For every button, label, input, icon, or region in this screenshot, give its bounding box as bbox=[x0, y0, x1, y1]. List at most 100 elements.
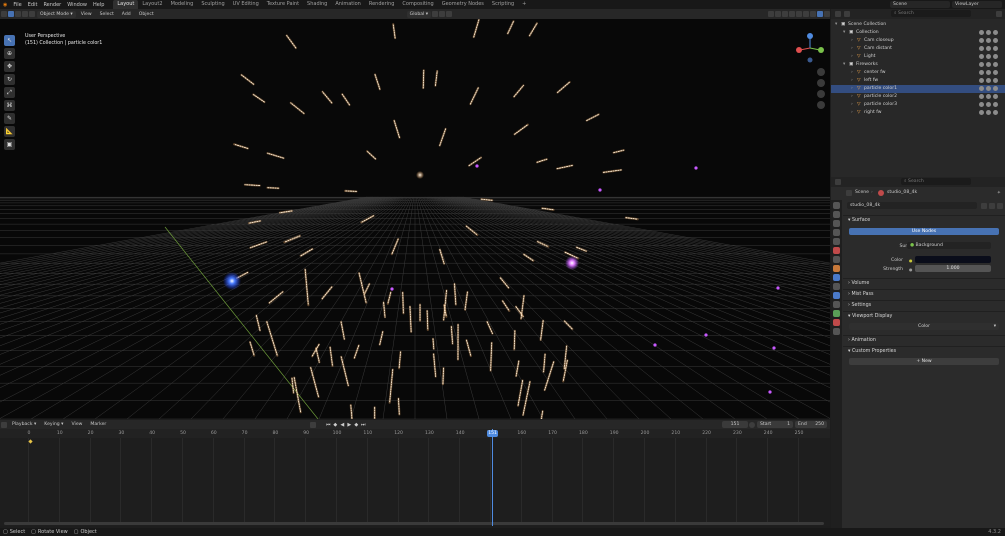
workspace-tab-scripting[interactable]: Scripting bbox=[488, 0, 518, 9]
menu-help[interactable]: Help bbox=[90, 2, 107, 8]
world-tab-icon[interactable] bbox=[833, 247, 840, 254]
strength-field[interactable]: 1.000 bbox=[915, 265, 991, 272]
gizmo-icon[interactable] bbox=[775, 11, 781, 17]
surface-shader-field[interactable]: ● Background bbox=[907, 242, 991, 249]
camera-icon[interactable] bbox=[993, 46, 998, 51]
scene-tab-icon[interactable] bbox=[833, 238, 840, 245]
expand-arrow-icon[interactable]: › bbox=[851, 109, 853, 117]
menu-file[interactable]: File bbox=[10, 2, 24, 8]
checkbox-icon[interactable] bbox=[979, 70, 984, 75]
outliner-row[interactable]: › ▽ Cam closeup bbox=[831, 37, 1005, 45]
output-tab-icon[interactable] bbox=[833, 220, 840, 227]
axis-y-icon[interactable] bbox=[818, 47, 824, 53]
workspace-tab-geometry-nodes[interactable]: Geometry Nodes bbox=[438, 0, 488, 9]
axis-x-icon[interactable] bbox=[796, 47, 802, 53]
outliner-row[interactable]: › ▽ particle color3 bbox=[831, 101, 1005, 109]
material-tab-icon[interactable] bbox=[833, 319, 840, 326]
view-layer-tab-icon[interactable] bbox=[833, 229, 840, 236]
animation-section-header[interactable]: › Animation bbox=[843, 335, 1005, 344]
ortho-grid-icon[interactable] bbox=[817, 101, 825, 109]
world-datablock-field[interactable]: studio_08_4k bbox=[847, 202, 977, 209]
modifier-tab-icon[interactable] bbox=[833, 274, 840, 281]
menu-edit[interactable]: Edit bbox=[25, 2, 41, 8]
select-subtract-icon[interactable] bbox=[22, 11, 28, 17]
camera-icon[interactable] bbox=[993, 30, 998, 35]
playhead-frame-label[interactable]: 151 bbox=[487, 430, 499, 437]
outliner-filter-icon[interactable] bbox=[996, 11, 1002, 17]
axis-neg-z-icon[interactable] bbox=[807, 57, 813, 63]
unlink-icon[interactable] bbox=[997, 203, 1003, 209]
viewport-display-color-field[interactable]: Color ▾ bbox=[849, 323, 999, 330]
checkbox-icon[interactable] bbox=[979, 102, 984, 107]
filter-icon[interactable] bbox=[844, 11, 850, 17]
workspace-tab-sculpting[interactable]: Sculpting bbox=[197, 0, 228, 9]
prev-keyframe-icon[interactable]: ◆ bbox=[332, 422, 338, 428]
checkbox-icon[interactable] bbox=[979, 62, 984, 67]
playhead[interactable] bbox=[492, 429, 494, 526]
outliner-row[interactable]: ▾ ▣ Fireworks bbox=[831, 61, 1005, 69]
outliner-search-input[interactable]: ⌕ Search bbox=[891, 10, 971, 17]
camera-icon[interactable] bbox=[993, 70, 998, 75]
constraints-tab-icon[interactable] bbox=[833, 301, 840, 308]
add-cube-tool-icon[interactable]: ▣ bbox=[4, 139, 15, 150]
eye-icon[interactable] bbox=[986, 38, 991, 43]
viewport-menu-add[interactable]: Add bbox=[119, 11, 134, 18]
fake-user-icon[interactable] bbox=[981, 203, 987, 209]
pin-icon[interactable]: ✦ bbox=[997, 190, 1001, 196]
expand-arrow-icon[interactable]: › bbox=[851, 93, 853, 101]
end-frame-field[interactable]: End 250 bbox=[795, 421, 827, 428]
clock-icon[interactable] bbox=[749, 421, 755, 428]
expand-arrow-icon[interactable]: › bbox=[851, 69, 853, 77]
workspace-tab-animation[interactable]: Animation bbox=[331, 0, 365, 9]
camera-icon[interactable] bbox=[993, 110, 998, 115]
snap-icon[interactable] bbox=[439, 11, 446, 17]
pivot-icon[interactable] bbox=[432, 11, 439, 17]
shading-material-icon[interactable] bbox=[810, 11, 816, 17]
properties-editor-icon[interactable] bbox=[835, 179, 841, 185]
tool-tab-icon[interactable] bbox=[833, 202, 840, 209]
color-swatch[interactable] bbox=[915, 256, 991, 263]
camera-icon[interactable] bbox=[993, 86, 998, 91]
rotate-tool-icon[interactable]: ↻ bbox=[4, 74, 15, 85]
eye-icon[interactable] bbox=[986, 46, 991, 51]
outliner-row[interactable]: › ▽ center fw bbox=[831, 69, 1005, 77]
proportional-edit-icon[interactable] bbox=[446, 11, 453, 17]
camera-icon[interactable] bbox=[993, 94, 998, 99]
checkbox-icon[interactable] bbox=[979, 46, 984, 51]
collection-tab-icon[interactable] bbox=[833, 256, 840, 263]
workspace-tab-rendering[interactable]: Rendering bbox=[365, 0, 399, 9]
select-tool-icon[interactable]: ↖ bbox=[4, 35, 15, 46]
current-frame-field[interactable]: 151 bbox=[722, 421, 748, 428]
overlay-icon[interactable] bbox=[782, 11, 788, 17]
shading-rendered-icon[interactable] bbox=[817, 11, 823, 17]
outliner-row[interactable]: › ▽ Cam distant bbox=[831, 45, 1005, 53]
properties-search-input[interactable]: ⌕ Search bbox=[901, 178, 971, 185]
settings-section-header[interactable]: › Settings bbox=[843, 300, 1005, 309]
collection-icon[interactable]: ▾ bbox=[835, 21, 837, 29]
particles-tab-icon[interactable] bbox=[833, 283, 840, 290]
scale-tool-icon[interactable]: ⤢ bbox=[4, 87, 15, 98]
checkbox-icon[interactable] bbox=[979, 78, 984, 83]
viewport-menu-select[interactable]: Select bbox=[97, 11, 117, 18]
timeline-body[interactable] bbox=[0, 438, 830, 526]
expand-arrow-icon[interactable]: › bbox=[851, 45, 853, 53]
menu-render[interactable]: Render bbox=[40, 2, 64, 8]
render-tab-icon[interactable] bbox=[833, 211, 840, 218]
play-icon[interactable]: ▶ bbox=[346, 422, 352, 428]
checkbox-icon[interactable] bbox=[979, 38, 984, 43]
3d-viewport[interactable] bbox=[0, 19, 830, 419]
jump-end-icon[interactable]: ⏭ bbox=[360, 422, 366, 428]
measure-tool-icon[interactable]: 📐 bbox=[4, 126, 15, 137]
viewport-menu-object[interactable]: Object bbox=[136, 11, 157, 18]
select-box-icon[interactable] bbox=[8, 11, 14, 17]
checkbox-icon[interactable] bbox=[979, 110, 984, 115]
select-extend-icon[interactable] bbox=[15, 11, 21, 17]
use-nodes-button[interactable]: Use Nodes bbox=[849, 228, 999, 235]
expand-arrow-icon[interactable]: ▾ bbox=[843, 61, 845, 69]
eye-icon[interactable] bbox=[986, 70, 991, 75]
data-tab-icon[interactable] bbox=[833, 310, 840, 317]
texture-tab-icon[interactable] bbox=[833, 328, 840, 335]
annotate-tool-icon[interactable]: ✎ bbox=[4, 113, 15, 124]
zoom-icon[interactable] bbox=[817, 68, 825, 76]
outliner-editor-icon[interactable] bbox=[835, 11, 841, 17]
